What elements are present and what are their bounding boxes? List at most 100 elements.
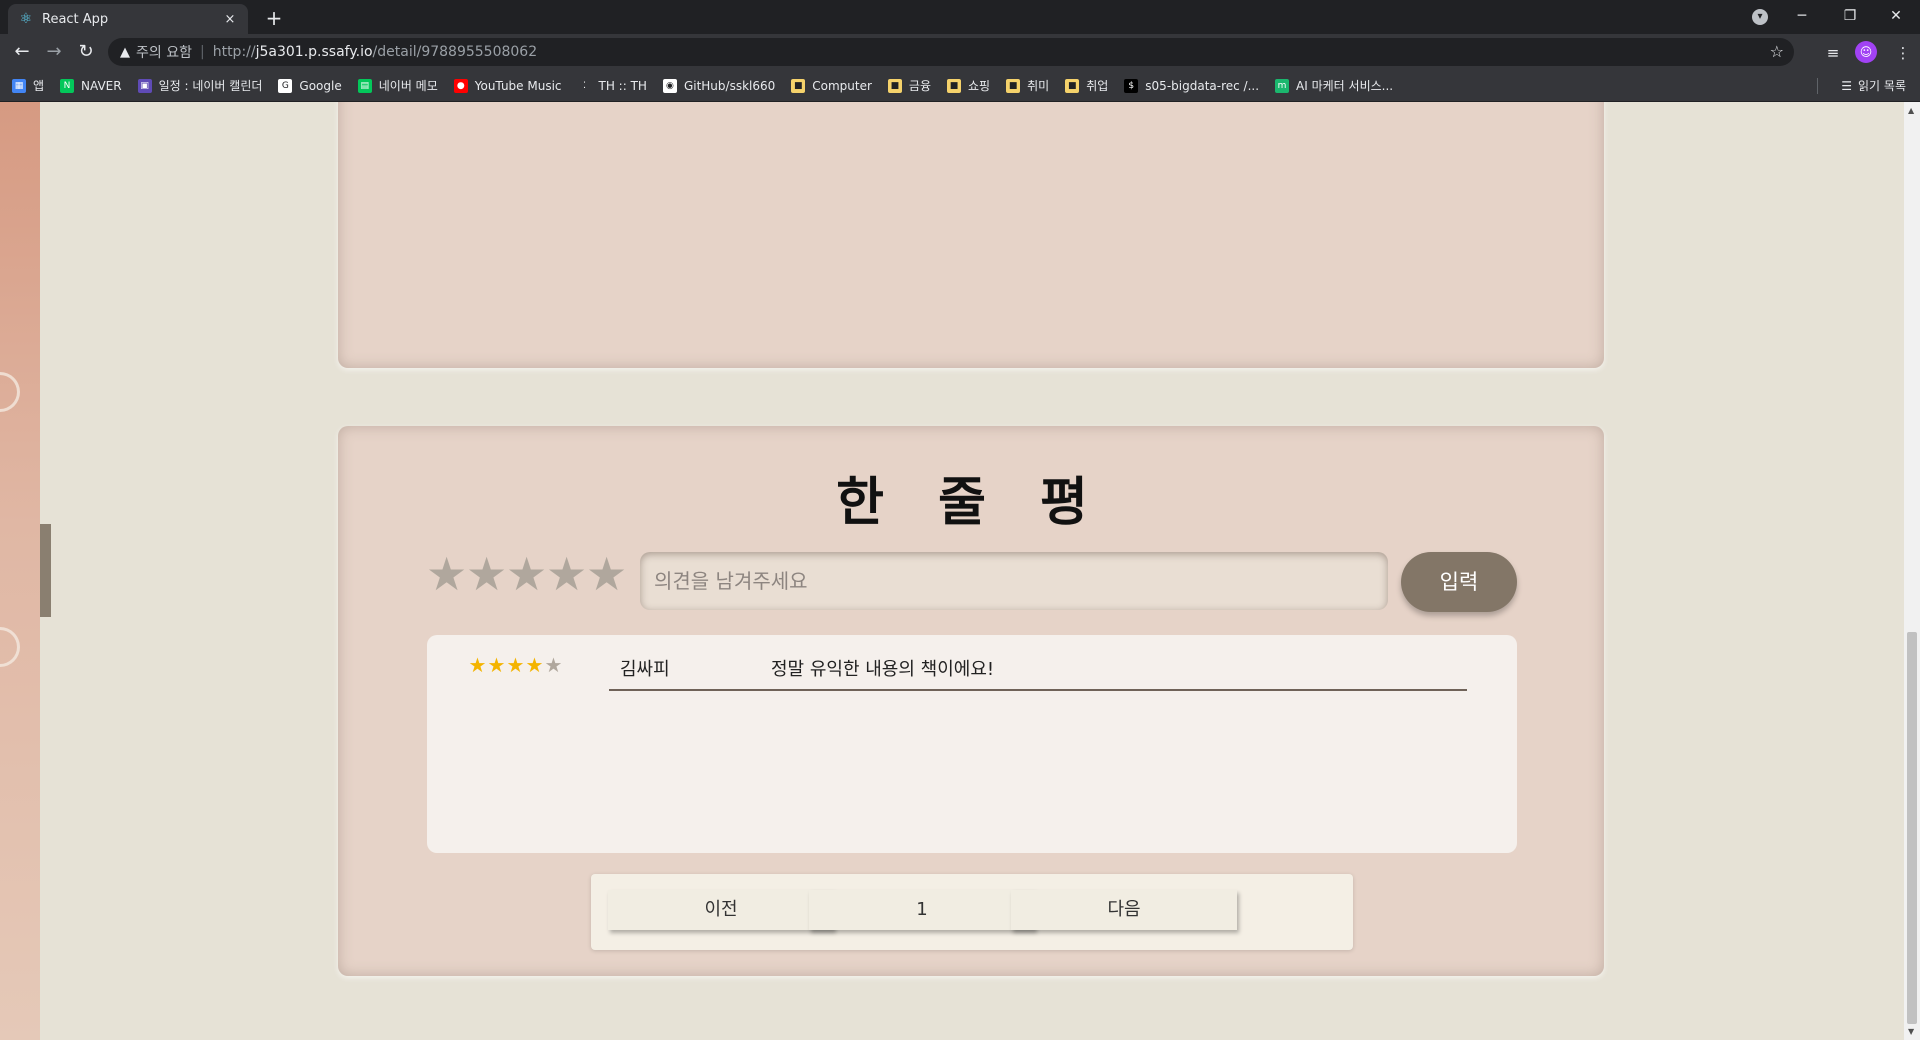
filled-star-icon: ★ bbox=[487, 653, 506, 677]
bookmark-label: 쇼핑 bbox=[968, 79, 991, 93]
left-decoration bbox=[0, 102, 40, 1040]
bookmark-label: YouTube Music bbox=[474, 78, 562, 93]
side-tab[interactable] bbox=[40, 524, 51, 617]
security-label[interactable]: 주의 요함 bbox=[136, 42, 192, 62]
bookmark-icon: ▣ bbox=[137, 78, 152, 93]
react-icon: ⚛ bbox=[19, 11, 33, 27]
bookmark-item[interactable]: G Google bbox=[278, 78, 342, 93]
bookmark-label: 취업 bbox=[1086, 79, 1109, 93]
bookmark-label: AI 마케터 서비스... bbox=[1296, 79, 1394, 93]
review-text: 정말 유익한 내용의 책이에요! bbox=[771, 659, 995, 680]
rating-star-icon[interactable]: ★ bbox=[426, 551, 467, 597]
book-detail-card bbox=[338, 102, 1604, 368]
bookmark-item[interactable]: ■ Computer bbox=[791, 78, 872, 93]
prev-page-button[interactable]: 이전 bbox=[608, 890, 834, 930]
review-card: 한 줄 평 ★★★★★ 입력 ★★★★★ 김싸피 정말 유익한 내용의 책이에요… bbox=[338, 426, 1604, 976]
bookmark-icon: ⁚ bbox=[577, 78, 592, 93]
bookmark-label: 취미 bbox=[1027, 79, 1050, 93]
bookmark-item[interactable]: ● YouTube Music bbox=[453, 78, 562, 93]
bookmark-icon: ■ bbox=[947, 78, 962, 93]
bookmark-icon: m bbox=[1275, 78, 1290, 93]
bookmark-icon: N bbox=[60, 78, 75, 93]
rating-star-icon[interactable]: ★ bbox=[586, 551, 627, 597]
bookmark-label: NAVER bbox=[81, 78, 122, 93]
page-number-button[interactable]: 1 bbox=[809, 890, 1035, 930]
reading-list-button[interactable]: ☰ 읽기 목록 bbox=[1841, 77, 1906, 94]
profile-avatar[interactable]: ☺ bbox=[1855, 41, 1877, 63]
rating-picker[interactable]: ★ ★ ★ ★ ★ bbox=[426, 551, 627, 597]
restore-icon[interactable]: ❐ bbox=[1828, 0, 1872, 34]
bookmark-label: 금융 bbox=[908, 79, 932, 93]
bookmark-icon: ■ bbox=[1065, 78, 1080, 93]
bookmark-label: GitHub/sskl660 bbox=[683, 78, 776, 93]
row-divider bbox=[609, 689, 1467, 691]
minimize-icon[interactable]: ─ bbox=[1780, 0, 1824, 34]
reading-list-icon: ☰ bbox=[1841, 78, 1853, 93]
bookmark-icon: ● bbox=[453, 78, 468, 93]
scroll-up-arrow-icon[interactable]: ▲ bbox=[1908, 106, 1914, 115]
bookmarks-bar: ▦ 앱 N NAVER ▣ 일정 : 네이버 캘린더 G Google ▤ 네이버 메모 ● YouT… bbox=[0, 70, 1920, 102]
rating-star-icon[interactable]: ★ bbox=[466, 551, 507, 597]
bookmark-item[interactable]: $ s05-bigdata-rec /... bbox=[1124, 78, 1260, 93]
bookmark-icon: ■ bbox=[1006, 78, 1021, 93]
browser-toolbar: ← → ↻ ▲ 주의 요함 | http:// j5a301.p.ssafy.i… bbox=[0, 34, 1920, 70]
bookmark-label: Google bbox=[299, 78, 342, 93]
bookmark-item[interactable]: ⁚ TH :: TH bbox=[577, 78, 647, 93]
scroll-down-arrow-icon[interactable]: ▼ bbox=[1908, 1027, 1914, 1036]
review-row: ★ ★ ★ ★ ★ 김싸피 정말 유익한 내용의 책이에요! bbox=[427, 653, 1517, 691]
window-close-icon[interactable]: ✕ bbox=[1874, 0, 1918, 34]
bookmark-icon: ◉ bbox=[662, 78, 677, 93]
pagination: 이전 1 다음 bbox=[591, 874, 1353, 950]
bookmark-item[interactable]: ▦ 앱 bbox=[12, 77, 44, 94]
bookmark-label: s05-bigdata-rec /... bbox=[1145, 78, 1260, 93]
close-tab-icon[interactable]: × bbox=[222, 12, 238, 27]
url-path: /detail/9788955508062 bbox=[372, 44, 538, 60]
bookmark-item[interactable]: ▣ 일정 : 네이버 캘린더 bbox=[137, 77, 263, 94]
warning-icon[interactable]: ▲ bbox=[120, 45, 130, 60]
bookmark-icon: ■ bbox=[791, 78, 806, 93]
reading-list-label: 읽기 목록 bbox=[1858, 79, 1906, 93]
bookmark-label: 앱 bbox=[33, 79, 45, 93]
next-page-button[interactable]: 다음 bbox=[1011, 890, 1237, 930]
bookmark-item[interactable]: ◉ GitHub/sskl660 bbox=[662, 78, 776, 93]
bookmark-label: 네이버 메모 bbox=[378, 79, 438, 93]
bookmark-icon: $ bbox=[1124, 78, 1139, 93]
bookmark-item[interactable]: ■ 쇼핑 bbox=[947, 77, 990, 94]
rating-star-icon[interactable]: ★ bbox=[546, 551, 587, 597]
review-title: 한 줄 평 bbox=[836, 473, 1106, 533]
forward-icon[interactable]: → bbox=[40, 38, 68, 66]
rating-star-icon[interactable]: ★ bbox=[506, 551, 547, 597]
omnibox-separator: | bbox=[199, 44, 205, 60]
review-rating: ★ ★ ★ ★ ★ bbox=[468, 655, 563, 675]
bookmark-label: Computer bbox=[812, 78, 872, 93]
bookmark-item[interactable]: ■ 취미 bbox=[1006, 77, 1049, 94]
reload-icon[interactable]: ↻ bbox=[72, 38, 100, 66]
address-bar[interactable]: ▲ 주의 요함 | http:// j5a301.p.ssafy.io /det… bbox=[108, 38, 1794, 66]
bookmark-icon: G bbox=[278, 78, 293, 93]
bookmark-label: 일정 : 네이버 캘린더 bbox=[158, 79, 263, 93]
new-tab-button[interactable]: + bbox=[260, 4, 288, 32]
bookmark-star-icon[interactable]: ☆ bbox=[1770, 42, 1784, 61]
bookmark-item[interactable]: ▤ 네이버 메모 bbox=[357, 77, 438, 94]
bookmark-item[interactable]: N NAVER bbox=[60, 78, 122, 93]
page-viewport: 한 줄 평 ★★★★★ 입력 ★★★★★ 김싸피 정말 유익한 내용의 책이에요… bbox=[0, 102, 1920, 1040]
media-control-icon[interactable]: ≡ bbox=[1822, 42, 1844, 64]
empty-star-icon: ★ bbox=[544, 653, 563, 677]
bookmark-item[interactable]: m AI 마케터 서비스... bbox=[1275, 77, 1393, 94]
scrollbar-thumb[interactable] bbox=[1907, 632, 1917, 1024]
bookmark-item[interactable]: ■ 금융 bbox=[887, 77, 932, 94]
filled-star-icon: ★ bbox=[506, 653, 525, 677]
submit-review-button[interactable]: 입력 bbox=[1401, 552, 1517, 612]
decorative-swirl bbox=[0, 627, 20, 667]
decorative-swirl bbox=[0, 372, 20, 412]
bookmark-item[interactable]: ■ 취업 bbox=[1065, 77, 1108, 94]
back-icon[interactable]: ← bbox=[8, 38, 36, 66]
tab-search-icon[interactable]: ▾ bbox=[1752, 9, 1768, 25]
review-input[interactable] bbox=[640, 552, 1388, 610]
review-user: 김싸피 bbox=[620, 659, 670, 680]
browser-tab[interactable]: ⚛ React App × bbox=[8, 4, 248, 34]
menu-icon[interactable]: ⋮ bbox=[1892, 42, 1914, 64]
tab-title: React App bbox=[42, 11, 109, 27]
browser-tab-strip: ⚛ React App × + ▾ ─ ❐ ✕ bbox=[0, 0, 1920, 34]
bookmark-label: TH :: TH bbox=[598, 78, 647, 93]
